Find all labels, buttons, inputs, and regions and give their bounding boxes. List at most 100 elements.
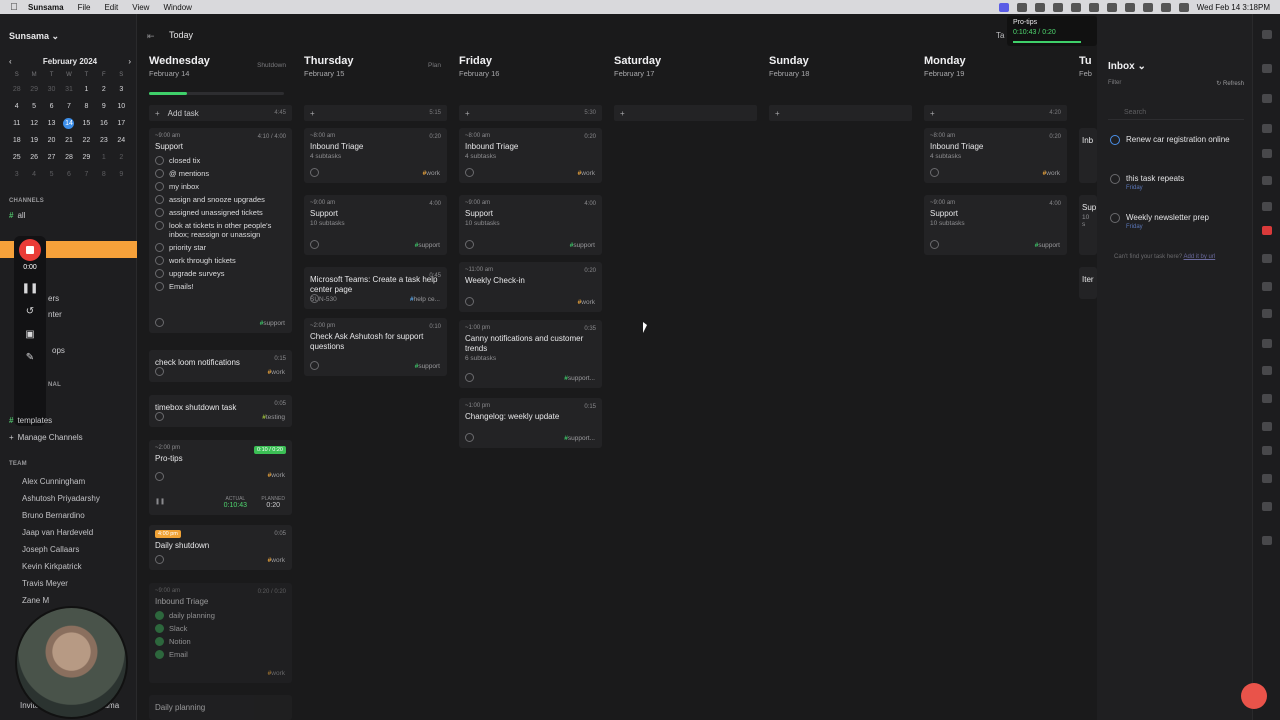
channel-tag[interactable]: #help ce...	[410, 296, 440, 303]
menubar-clock[interactable]: Wed Feb 14 3:18PM	[1197, 3, 1270, 12]
rail-app-icon[interactable]	[1262, 202, 1272, 211]
channel-tag[interactable]: #work	[268, 557, 285, 564]
calendar-day[interactable]: 24	[113, 135, 130, 146]
add-task-button[interactable]: + Add task 4:45	[149, 105, 292, 121]
calendar-day[interactable]: 2	[95, 84, 112, 95]
task-card[interactable]: ~9:00 am 4:00 Support 10 subtasks #support	[924, 195, 1067, 255]
checkbox[interactable]	[155, 269, 164, 278]
team-member[interactable]: Kevin Kirkpatrick	[22, 562, 82, 571]
checkbox[interactable]	[155, 318, 164, 327]
calendar-day[interactable]: 27	[43, 152, 60, 163]
inbox-refresh-button[interactable]: ↻ Refresh	[1216, 80, 1244, 87]
rail-app-icon[interactable]	[1262, 502, 1272, 511]
team-member[interactable]: Ashutosh Priyadarshy	[22, 494, 100, 503]
subtask[interactable]: Emails!	[155, 282, 286, 291]
inbox-item[interactable]: this task repeats Friday	[1110, 174, 1184, 191]
rail-app-icon[interactable]	[1262, 149, 1272, 158]
channel-tag[interactable]: #work	[578, 170, 595, 177]
rail-app-icon[interactable]	[1262, 30, 1272, 39]
checkbox[interactable]	[155, 282, 164, 291]
rail-app-icon[interactable]	[1262, 536, 1272, 545]
calendar-day[interactable]: 4	[8, 101, 25, 112]
inbox-search-input[interactable]: Search	[1108, 105, 1244, 120]
rail-app-icon[interactable]	[1262, 176, 1272, 185]
checkbox[interactable]	[1110, 174, 1120, 184]
rail-app-icon[interactable]	[1262, 282, 1272, 291]
checkbox[interactable]	[155, 256, 164, 265]
task-card[interactable]: ~9:00 am 4:00 Support 10 subtasks #support	[459, 195, 602, 255]
checkbox[interactable]	[310, 240, 319, 249]
inbox-item[interactable]: Renew car registration online	[1110, 135, 1230, 145]
task-card[interactable]: 4:00 pm 0:05 Daily shutdown #work	[149, 525, 292, 570]
checkbox[interactable]	[930, 240, 939, 249]
calendar-day[interactable]: 2	[113, 152, 130, 163]
calendar-day[interactable]: 16	[95, 118, 112, 129]
checkbox-checked[interactable]	[155, 611, 164, 620]
calendar-day[interactable]: 25	[8, 152, 25, 163]
rail-app-icon[interactable]	[1262, 64, 1272, 73]
today-button[interactable]: Today	[169, 30, 193, 40]
checkbox[interactable]	[155, 412, 164, 421]
checkbox[interactable]	[155, 221, 164, 230]
checkbox[interactable]	[930, 168, 939, 177]
subtask[interactable]: assign and snooze upgrades	[155, 195, 286, 204]
rail-app-icon[interactable]	[1262, 226, 1272, 235]
rail-app-icon[interactable]	[1262, 422, 1272, 431]
settings-tray-icon[interactable]	[1016, 2, 1027, 12]
checkbox[interactable]	[310, 294, 319, 303]
pause-icon[interactable]: ❚❚	[22, 283, 39, 294]
checkbox[interactable]	[465, 433, 474, 442]
calendar-day[interactable]: 14	[63, 118, 75, 129]
task-card[interactable]: ~2:00 pm 0:10 Check Ask Ashutosh for suppo…	[304, 318, 447, 376]
calendar-day[interactable]: 21	[60, 135, 77, 146]
calendar-day[interactable]: 15	[78, 118, 95, 129]
menu-file[interactable]: File	[78, 3, 91, 12]
channel-tag[interactable]: #support	[570, 242, 595, 249]
menu-window[interactable]: Window	[163, 3, 191, 12]
checkbox[interactable]	[155, 208, 164, 217]
calendar-day[interactable]: 22	[78, 135, 95, 146]
channel-tag[interactable]: #support	[415, 363, 440, 370]
chevron-right-icon[interactable]: ›	[128, 57, 131, 66]
team-member[interactable]: Alex Cunningham	[22, 477, 85, 486]
menu-edit[interactable]: Edit	[104, 3, 118, 12]
task-card[interactable]: Inb	[1079, 128, 1097, 183]
calendar-day[interactable]: 5	[43, 169, 60, 180]
task-card[interactable]: ~8:00 am 0:20 Inbound Triage 4 subtasks #wor…	[304, 128, 447, 183]
subtask[interactable]: Notion	[155, 637, 286, 646]
menu-view[interactable]: View	[132, 3, 149, 12]
calendar-day[interactable]: 29	[78, 152, 95, 163]
rail-app-icon[interactable]	[1262, 474, 1272, 483]
add-task-button[interactable]: +4:20	[924, 105, 1067, 121]
day-action-button[interactable]: Shutdown	[257, 62, 286, 69]
chevron-left-icon[interactable]: ‹	[9, 57, 12, 66]
subtask[interactable]: priority star	[155, 243, 286, 252]
channel-tag[interactable]: #support...	[564, 435, 595, 442]
calendar-day[interactable]: 20	[43, 135, 60, 146]
restart-icon[interactable]: ↺	[26, 306, 34, 317]
task-card[interactable]: ~8:00 am 0:20 Inbound Triage 4 subtasks #wor…	[459, 128, 602, 183]
subtask[interactable]: look at tickets in other people's inbox;…	[155, 221, 286, 239]
apple-icon[interactable]: 	[0, 2, 28, 13]
pen-icon[interactable]: ✎	[26, 352, 34, 363]
team-member[interactable]: Zane M	[22, 596, 49, 605]
task-card[interactable]: Iter	[1079, 267, 1097, 299]
menubar-app-name[interactable]: Sunsama	[28, 3, 64, 12]
channel-tag[interactable]: #support	[1035, 242, 1060, 249]
calendar-day[interactable]: 7	[78, 169, 95, 180]
checkbox[interactable]	[155, 156, 164, 165]
add-task-button[interactable]: +	[614, 105, 757, 121]
channel-all[interactable]: # all	[9, 211, 25, 220]
team-member[interactable]: Travis Meyer	[22, 579, 68, 588]
checkbox[interactable]	[465, 240, 474, 249]
checkbox[interactable]	[155, 472, 164, 481]
channel-tag[interactable]: #work	[268, 670, 285, 677]
subtask[interactable]: Slack	[155, 624, 286, 633]
checkbox[interactable]	[465, 168, 474, 177]
subtask[interactable]: Email	[155, 650, 286, 659]
task-card[interactable]: Sup 10 s	[1079, 195, 1097, 255]
focus-tray-icon[interactable]	[1052, 2, 1063, 12]
checkbox-checked[interactable]	[155, 650, 164, 659]
inbox-title[interactable]: Inbox ⌄	[1108, 61, 1146, 72]
channel-tag[interactable]: #work	[268, 472, 285, 479]
